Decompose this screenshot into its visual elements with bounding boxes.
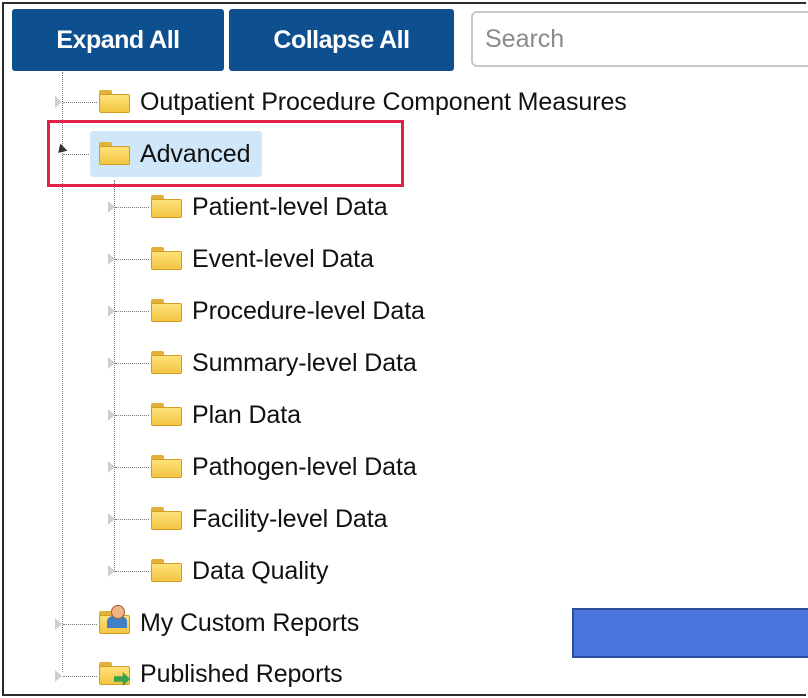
folder-icon	[150, 455, 184, 479]
expand-toggle-icon[interactable]	[55, 618, 62, 630]
expand-all-button[interactable]: Expand All	[12, 9, 224, 71]
expand-toggle-icon[interactable]	[108, 513, 115, 525]
tree-connector	[115, 363, 149, 364]
tree-node-label: Procedure-level Data	[192, 296, 425, 325]
tree-node-summary-level-data[interactable]: Summary-level Data	[150, 340, 417, 386]
expand-toggle-icon[interactable]	[108, 253, 115, 265]
redaction-rectangle	[572, 608, 808, 658]
tree-node-label: Patient-level Data	[192, 192, 388, 221]
tree-connector	[115, 467, 149, 468]
tree-connector	[115, 259, 149, 260]
folder-icon	[150, 247, 184, 271]
user-folder-icon	[98, 605, 132, 635]
tree-node-label: Facility-level Data	[192, 504, 388, 533]
tree-node-label: Published Reports	[140, 659, 343, 688]
tree-connector	[63, 624, 97, 625]
tree-connector	[63, 676, 97, 677]
folder-icon	[150, 195, 184, 219]
folder-icon	[98, 142, 132, 166]
folder-icon	[150, 403, 184, 427]
tree-connector	[115, 415, 149, 416]
search-input[interactable]	[471, 11, 808, 67]
folder-icon	[150, 559, 184, 583]
tree-node-my-custom-reports[interactable]: My Custom Reports	[98, 600, 359, 646]
folder-icon	[98, 90, 132, 114]
folder-icon	[150, 507, 184, 531]
tree-node-label: My Custom Reports	[140, 608, 360, 637]
tree-node-label: Pathogen-level Data	[192, 452, 417, 481]
tree-connector	[115, 571, 149, 572]
tree-connector	[115, 311, 149, 312]
published-folder-icon	[98, 662, 132, 686]
tree-node-published-reports[interactable]: Published Reports	[98, 651, 343, 697]
expand-toggle-icon[interactable]	[55, 670, 62, 682]
expand-toggle-icon[interactable]	[108, 201, 115, 213]
tree-node-data-quality[interactable]: Data Quality	[150, 548, 328, 594]
tree-node-label: Event-level Data	[192, 244, 374, 273]
expand-toggle-icon[interactable]	[108, 357, 115, 369]
tree-node-label: Plan Data	[192, 400, 301, 429]
tree-node-facility-level-data[interactable]: Facility-level Data	[150, 496, 387, 542]
expand-toggle-icon[interactable]	[55, 96, 62, 108]
tree-node-event-level-data[interactable]: Event-level Data	[150, 236, 374, 282]
tree-connector	[115, 519, 149, 520]
expand-toggle-icon[interactable]	[108, 409, 115, 421]
tree-node-plan-data[interactable]: Plan Data	[150, 392, 301, 438]
expand-toggle-icon[interactable]	[108, 305, 115, 317]
folder-icon	[150, 351, 184, 375]
tree-node-label: Data Quality	[192, 556, 329, 585]
collapse-all-button[interactable]: Collapse All	[229, 9, 454, 71]
tree-connector	[63, 102, 97, 103]
tree-node-patient-level-data[interactable]: Patient-level Data	[150, 184, 388, 230]
folder-icon	[150, 299, 184, 323]
tree-node-pathogen-level-data[interactable]: Pathogen-level Data	[150, 444, 417, 490]
tree-node-label: Outpatient Procedure Component Measures	[140, 87, 627, 116]
expand-toggle-icon[interactable]	[108, 461, 115, 473]
tree-node-procedure-level-data[interactable]: Procedure-level Data	[150, 288, 425, 334]
tree-node-label: Advanced	[140, 139, 251, 168]
tree-node-advanced[interactable]: Advanced	[90, 131, 263, 177]
tree-node-label: Summary-level Data	[192, 348, 417, 377]
expand-toggle-icon[interactable]	[108, 565, 115, 577]
tree-connector	[62, 72, 63, 672]
tree-node-outpatient-procedure-component-measures[interactable]: Outpatient Procedure Component Measures	[98, 79, 627, 125]
tree-connector	[63, 154, 91, 155]
tree-connector	[115, 207, 149, 208]
